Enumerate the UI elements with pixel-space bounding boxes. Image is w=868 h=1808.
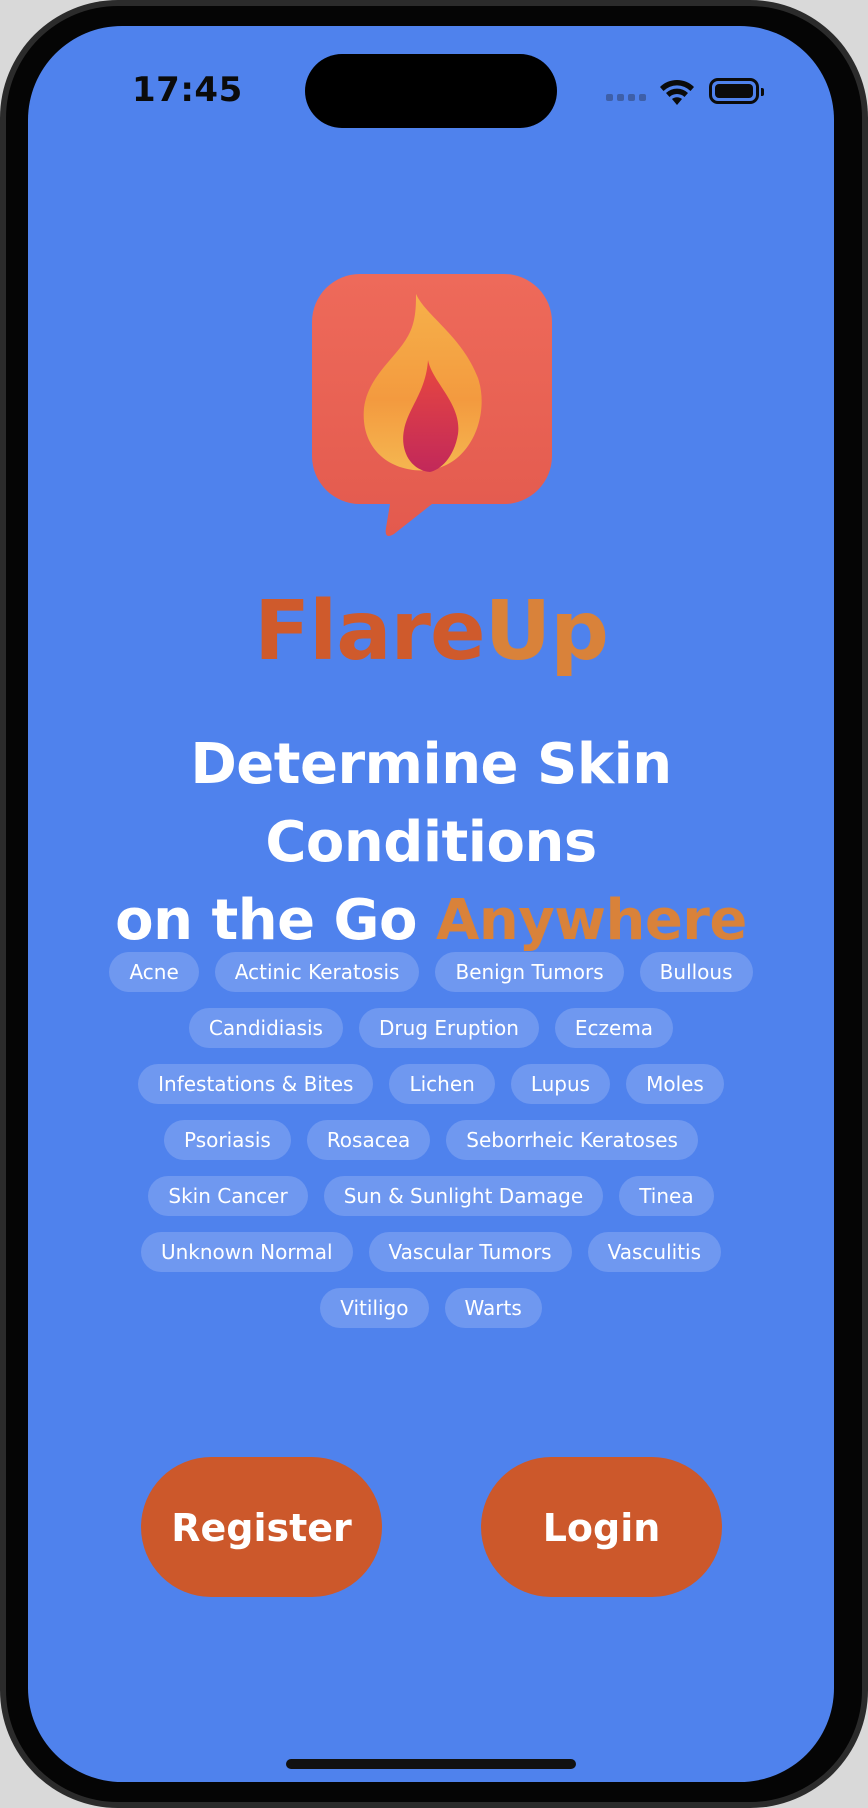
condition-chip: Sun & Sunlight Damage [323, 1176, 604, 1216]
status-time: 17:45 [132, 70, 243, 110]
condition-chip: Vitiligo [320, 1288, 429, 1328]
condition-chip: Seborrheic Keratoses [446, 1120, 698, 1160]
register-button[interactable]: Register [141, 1457, 382, 1597]
condition-chip: Psoriasis [164, 1120, 291, 1160]
flame-chat-bubble-icon [312, 274, 552, 536]
condition-chip: Vascular Tumors [368, 1232, 572, 1272]
tagline: Determine Skin Conditions on the Go Anyw… [28, 726, 834, 960]
wifi-icon [660, 79, 694, 105]
dynamic-island [305, 54, 557, 128]
condition-chip: Lupus [510, 1064, 611, 1104]
condition-chip: Tinea [619, 1176, 714, 1216]
condition-chip: Acne [109, 952, 199, 992]
condition-chip: Bullous [639, 952, 753, 992]
tagline-accent: Anywhere [436, 888, 747, 953]
cellular-signal-icon [606, 94, 646, 101]
condition-chip: Vasculitis [587, 1232, 722, 1272]
app-name-part1: Flare [254, 584, 486, 679]
condition-chip: Warts [444, 1288, 542, 1328]
condition-chip: Eczema [554, 1008, 674, 1048]
condition-chip: Infestations & Bites [138, 1064, 374, 1104]
conditions-row: Skin Cancer Sun & Sunlight Damage Tinea [148, 1176, 714, 1216]
condition-chip: Unknown Normal [140, 1232, 353, 1272]
conditions-row: Infestations & Bites Lichen Lupus Moles [138, 1064, 724, 1104]
conditions-row: Psoriasis Rosacea Seborrheic Keratoses [164, 1120, 698, 1160]
condition-chip: Actinic Keratosis [214, 952, 420, 992]
conditions-row: Candidiasis Drug Eruption Eczema [188, 1008, 674, 1048]
phone-frame: 17:45 FlareUp Determine Skin Conditions … [0, 0, 868, 1808]
conditions-row: Vitiligo Warts [320, 1288, 542, 1328]
conditions-list: Acne Actinic Keratosis Benign Tumors Bul… [88, 952, 774, 1328]
condition-chip: Benign Tumors [435, 952, 624, 992]
tagline-line1: Determine Skin Conditions [190, 732, 672, 875]
conditions-row: Acne Actinic Keratosis Benign Tumors Bul… [109, 952, 753, 992]
login-button[interactable]: Login [481, 1457, 722, 1597]
tagline-line2-prefix: on the Go [115, 888, 436, 953]
tagline-line2: on the Go Anywhere [28, 882, 834, 960]
condition-chip: Moles [626, 1064, 724, 1104]
app-name-part2: Up [484, 584, 609, 679]
condition-chip: Candidiasis [188, 1008, 343, 1048]
conditions-row: Unknown Normal Vascular Tumors Vasculiti… [140, 1232, 722, 1272]
home-indicator[interactable] [286, 1759, 576, 1769]
condition-chip: Lichen [389, 1064, 495, 1104]
condition-chip: Skin Cancer [148, 1176, 308, 1216]
condition-chip: Rosacea [306, 1120, 431, 1160]
battery-icon [709, 78, 764, 104]
app-name: FlareUp [28, 584, 834, 679]
app-screen: 17:45 FlareUp Determine Skin Conditions … [28, 26, 834, 1782]
condition-chip: Drug Eruption [358, 1008, 539, 1048]
